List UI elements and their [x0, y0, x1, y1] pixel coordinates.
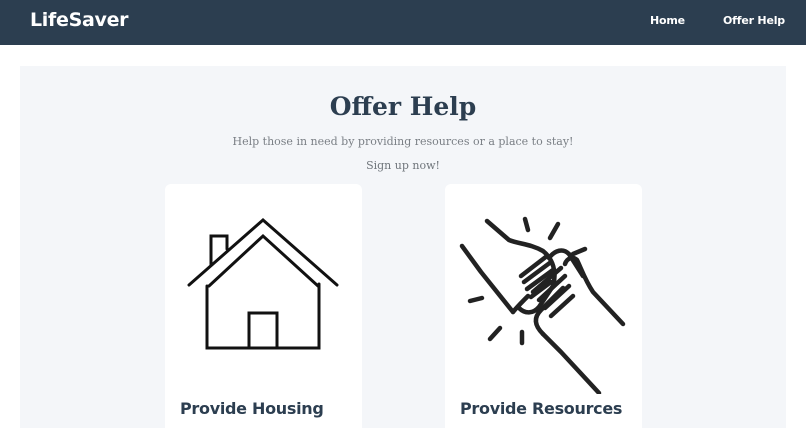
- nav-link-offer-help[interactable]: Offer Help: [723, 14, 785, 27]
- card-provide-housing[interactable]: Provide Housing: [165, 184, 362, 428]
- offer-help-section: Offer Help Help those in need by providi…: [20, 66, 786, 428]
- brand-logo[interactable]: LifeSaver: [30, 9, 129, 31]
- house-icon: [187, 218, 339, 350]
- card-title-housing: Provide Housing: [180, 399, 324, 418]
- page-subtitle: Help those in need by providing resource…: [232, 135, 574, 148]
- navbar: LifeSaver Home Offer Help: [0, 0, 806, 45]
- card-title-resources: Provide Resources: [460, 399, 623, 418]
- page-title: Offer Help: [329, 92, 477, 121]
- helping-hands-icon: [459, 216, 626, 394]
- nav-link-home[interactable]: Home: [650, 14, 685, 27]
- card-provide-resources[interactable]: Provide Resources: [445, 184, 642, 428]
- signup-text: Sign up now!: [366, 159, 440, 172]
